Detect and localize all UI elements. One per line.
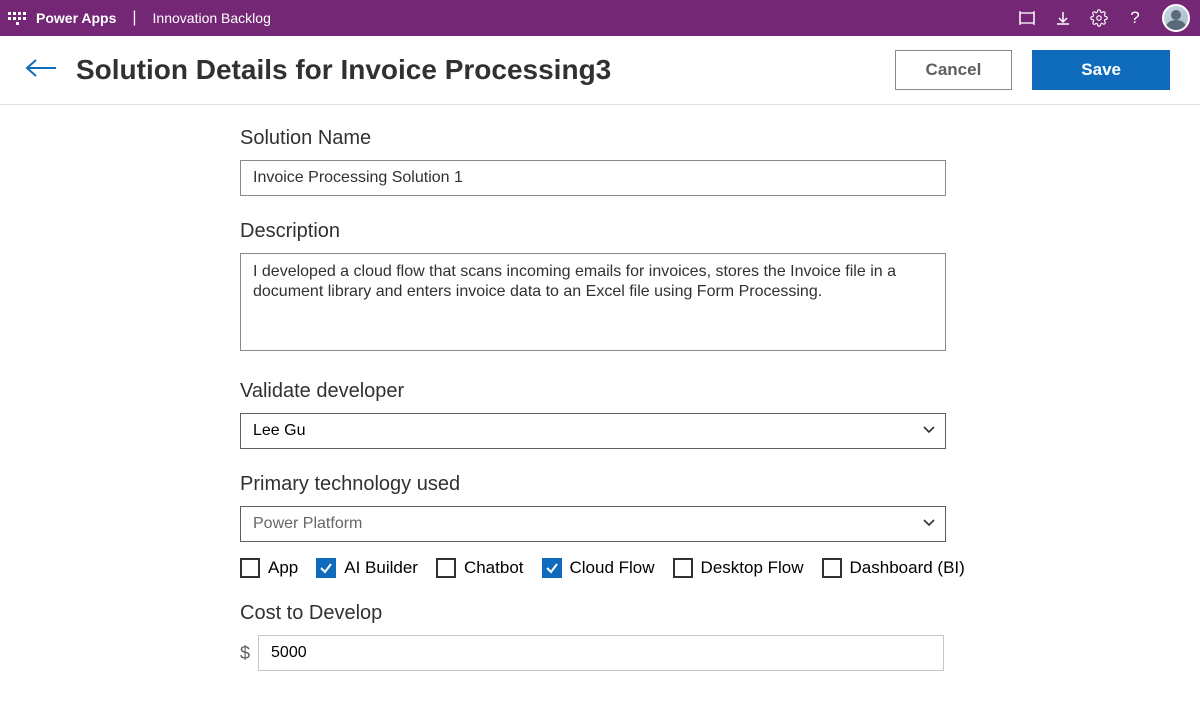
checkbox-desktop-flow[interactable]: Desktop Flow (673, 558, 804, 578)
avatar[interactable] (1162, 4, 1190, 32)
app-name: Power Apps (36, 10, 116, 26)
checkbox-label: Chatbot (464, 558, 524, 578)
topbar-left: Power Apps | Innovation Backlog (8, 9, 271, 27)
cost-currency: $ (240, 643, 250, 664)
header-left: Solution Details for Invoice Processing3 (24, 54, 611, 86)
checkbox-label: Dashboard (BI) (850, 558, 965, 578)
primary-tech-label: Primary technology used (240, 473, 1188, 496)
cost-row: $ (240, 635, 1188, 671)
cancel-button[interactable]: Cancel (895, 50, 1013, 90)
divider: | (132, 9, 136, 27)
checkbox-ai-builder[interactable]: AI Builder (316, 558, 418, 578)
cost-label: Cost to Develop (240, 602, 1188, 625)
cost-input[interactable] (258, 635, 944, 671)
checkbox-box (822, 558, 842, 578)
solution-name-input[interactable] (240, 160, 946, 196)
header-right: Cancel Save (895, 50, 1170, 90)
checkbox-chatbot[interactable]: Chatbot (436, 558, 524, 578)
validate-developer-select[interactable]: Lee Gu (240, 413, 946, 449)
description-label: Description (240, 220, 1188, 243)
solution-name-label: Solution Name (240, 127, 1188, 150)
checkbox-cloud-flow[interactable]: Cloud Flow (542, 558, 655, 578)
topbar-right: ? (1018, 4, 1190, 32)
cost-section: Cost to Develop $ (240, 602, 1188, 671)
page-title: Solution Details for Invoice Processing3 (76, 54, 611, 86)
app-launcher-icon[interactable] (8, 9, 26, 27)
download-icon[interactable] (1054, 9, 1072, 27)
checkbox-box (542, 558, 562, 578)
checkbox-box (673, 558, 693, 578)
back-arrow-icon[interactable] (24, 56, 58, 85)
checkbox-dashboard[interactable]: Dashboard (BI) (822, 558, 965, 578)
checkbox-label: App (268, 558, 298, 578)
chevron-down-icon (921, 421, 937, 442)
topbar: Power Apps | Innovation Backlog ? (0, 0, 1200, 36)
description-section: Description (240, 220, 1188, 356)
checkbox-box (436, 558, 456, 578)
description-input[interactable] (240, 253, 946, 351)
fit-icon[interactable] (1018, 9, 1036, 27)
checkbox-label: Desktop Flow (701, 558, 804, 578)
page-header: Solution Details for Invoice Processing3… (0, 36, 1200, 105)
breadcrumb[interactable]: Innovation Backlog (153, 10, 271, 26)
checkbox-label: Cloud Flow (570, 558, 655, 578)
primary-tech-select[interactable]: Power Platform (240, 506, 946, 542)
validate-developer-section: Validate developer Lee Gu (240, 380, 1188, 449)
checkbox-box (316, 558, 336, 578)
validate-developer-value: Lee Gu (253, 422, 305, 440)
checkbox-app[interactable]: App (240, 558, 298, 578)
checkbox-box (240, 558, 260, 578)
solution-name-section: Solution Name (240, 127, 1188, 196)
primary-tech-value: Power Platform (253, 515, 362, 533)
chevron-down-icon (921, 514, 937, 535)
form-area: Solution Name Description Validate devel… (240, 105, 1188, 671)
settings-icon[interactable] (1090, 9, 1108, 27)
validate-developer-label: Validate developer (240, 380, 1188, 403)
checkbox-label: AI Builder (344, 558, 418, 578)
primary-tech-section: Primary technology used Power Platform A… (240, 473, 1188, 578)
help-icon[interactable]: ? (1126, 9, 1144, 27)
save-button[interactable]: Save (1032, 50, 1170, 90)
tech-checkbox-row: App AI Builder Chatbot Cloud Flow Deskto… (240, 558, 1188, 578)
